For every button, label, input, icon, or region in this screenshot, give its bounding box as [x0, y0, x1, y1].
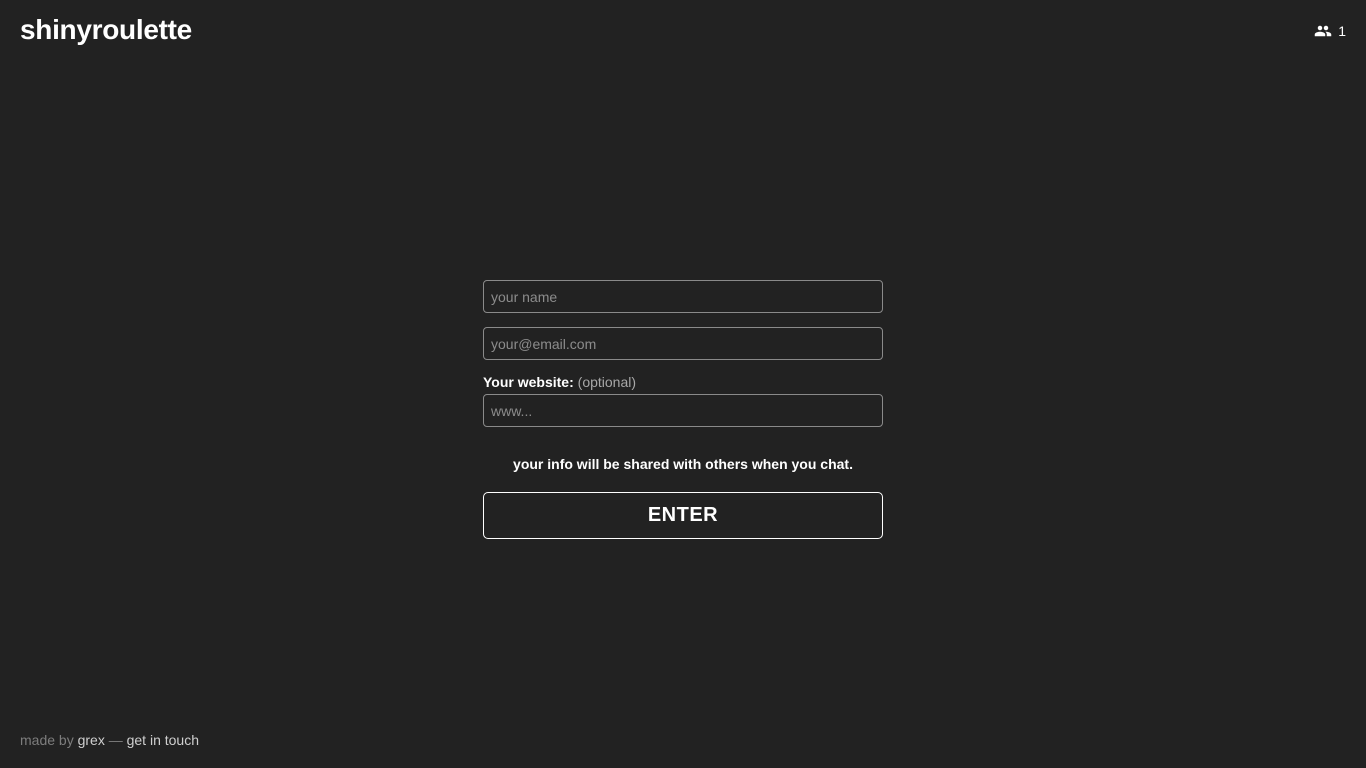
- entry-form: Your website: (optional) your info will …: [483, 280, 883, 539]
- website-label: Your website: (optional): [483, 374, 883, 390]
- email-input[interactable]: [483, 327, 883, 360]
- enter-button[interactable]: ENTER: [483, 492, 883, 539]
- contact-link[interactable]: get in touch: [127, 732, 199, 748]
- app: shinyroulette 1 Your website: (optional)…: [0, 0, 1366, 768]
- footer: made by grex — get in touch: [20, 732, 199, 748]
- website-optional-text: (optional): [577, 374, 637, 390]
- privacy-notice: your info will be shared with others whe…: [513, 456, 853, 472]
- website-label-text: Your website:: [483, 374, 574, 390]
- name-input[interactable]: [483, 280, 883, 313]
- online-users-indicator: 1: [1314, 22, 1346, 40]
- footer-made-by: made by: [20, 732, 74, 748]
- author-link[interactable]: grex: [78, 732, 105, 748]
- people-icon: [1314, 22, 1332, 40]
- website-input[interactable]: [483, 394, 883, 427]
- brand-logo[interactable]: shinyroulette: [20, 13, 192, 47]
- footer-separator: —: [108, 732, 123, 748]
- online-count: 1: [1338, 23, 1346, 39]
